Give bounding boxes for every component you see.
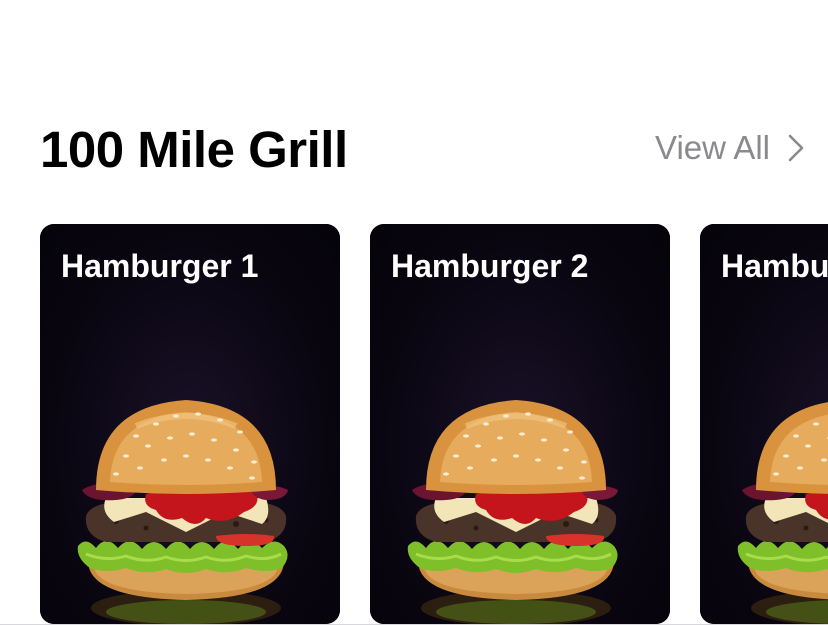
hamburger-image	[77, 400, 288, 624]
product-card[interactable]: Hamburger 2	[370, 224, 670, 624]
card-title: Hamburger 3	[721, 248, 828, 284]
card-title: Hamburger 1	[61, 248, 259, 284]
section-header: 100 Mile Grill View All	[40, 118, 806, 182]
view-all-button[interactable]: View All	[655, 128, 806, 168]
section-title: 100 Mile Grill	[40, 121, 348, 178]
hamburger-image	[407, 400, 618, 624]
card-title: Hamburger 2	[391, 248, 589, 284]
hamburger-image	[737, 402, 828, 624]
product-card[interactable]: Hamburger 1	[40, 224, 340, 624]
view-all-label: View All	[655, 129, 770, 166]
product-card[interactable]: Hamburger 3	[700, 224, 828, 624]
chevron-right-icon	[786, 133, 806, 163]
product-carousel[interactable]: Hamburger 1 Hamburger 2 Hambu	[40, 224, 828, 625]
